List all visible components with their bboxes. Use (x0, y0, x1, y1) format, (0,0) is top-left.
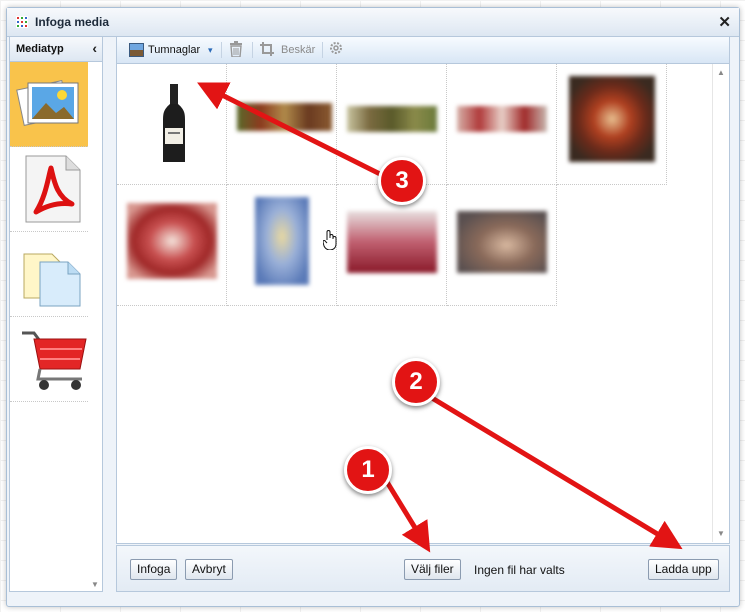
collapse-icon[interactable]: ‹ (92, 40, 97, 56)
shopping-cart-icon (22, 331, 87, 390)
media-type-panel: Mediatyp ‹ ▼ (9, 36, 103, 592)
wine-bottle-image (163, 84, 185, 162)
annotation-badge-3: 3 (378, 157, 426, 205)
photo-stack-icon (16, 80, 79, 126)
grill-image (569, 76, 655, 162)
annotation-badge-2: 2 (392, 358, 440, 406)
chevron-down-icon[interactable]: ▾ (208, 45, 213, 56)
media-type-header: Mediatyp ‹ (10, 37, 102, 62)
wine-glasses-image (347, 211, 437, 273)
hand-cursor-icon (323, 230, 337, 250)
toolbar-divider (252, 42, 253, 58)
thumbnail-grid (117, 64, 711, 542)
scroll-down-icon[interactable]: ▼ (91, 580, 99, 589)
trash-icon[interactable] (229, 41, 243, 57)
thumbnail-scrollbar[interactable]: ▲ ▼ (712, 64, 729, 542)
documents-icon (23, 253, 81, 307)
thumbnail-champagne-glass[interactable] (227, 185, 337, 306)
food-banner-image (457, 106, 547, 132)
thumbnail-wine-bottle[interactable] (117, 64, 227, 185)
scroll-up-icon[interactable]: ▲ (717, 68, 725, 77)
dialog-titlebar: Infoga media ✕ (7, 8, 739, 37)
toolbar-divider (221, 42, 222, 58)
dialog-footer: Infoga Avbryt Välj filer Ingen fil har v… (116, 545, 730, 592)
thumbnail-food-banner-1[interactable] (227, 64, 337, 185)
food-banner-image (347, 106, 437, 132)
swirl-image (127, 203, 217, 279)
upload-button[interactable]: Ladda upp (648, 559, 719, 580)
toolbar-divider (322, 42, 323, 58)
close-icon[interactable]: ✕ (718, 13, 731, 31)
gear-icon[interactable] (329, 41, 343, 55)
scroll-down-icon[interactable]: ▼ (717, 529, 725, 538)
crop-icon[interactable] (260, 42, 274, 56)
pdf-icon (25, 155, 81, 223)
view-mode-label[interactable]: Tumnaglar (148, 44, 200, 56)
dialog-title: Infoga media (35, 15, 110, 29)
thumbnail-red-swirl[interactable] (117, 185, 227, 306)
thumbnail-view-icon[interactable] (129, 43, 144, 57)
media-toolbar: Tumnaglar ▾ Beskär (117, 37, 729, 64)
insert-button[interactable]: Infoga (130, 559, 178, 580)
food-banner-image (237, 103, 332, 131)
file-status-text: Ingen fil har valts (474, 563, 565, 577)
media-type-scrollbar[interactable]: ▼ (88, 62, 102, 591)
grid-app-icon (16, 16, 28, 28)
media-browser: Tumnaglar ▾ Beskär ▲ ▼ (116, 36, 730, 544)
thumbnail-food-banner-3[interactable] (447, 64, 557, 185)
crop-label[interactable]: Beskär (281, 44, 315, 56)
media-type-title: Mediatyp (16, 43, 64, 55)
thumbnail-grill-skewers[interactable] (557, 64, 667, 185)
thumbnail-person-portrait[interactable] (447, 185, 557, 306)
glass-image (255, 197, 309, 285)
choose-files-button[interactable]: Välj filer (404, 559, 461, 580)
cancel-button[interactable]: Avbryt (185, 559, 233, 580)
annotation-badge-1: 1 (344, 446, 392, 494)
portrait-image (457, 211, 547, 273)
